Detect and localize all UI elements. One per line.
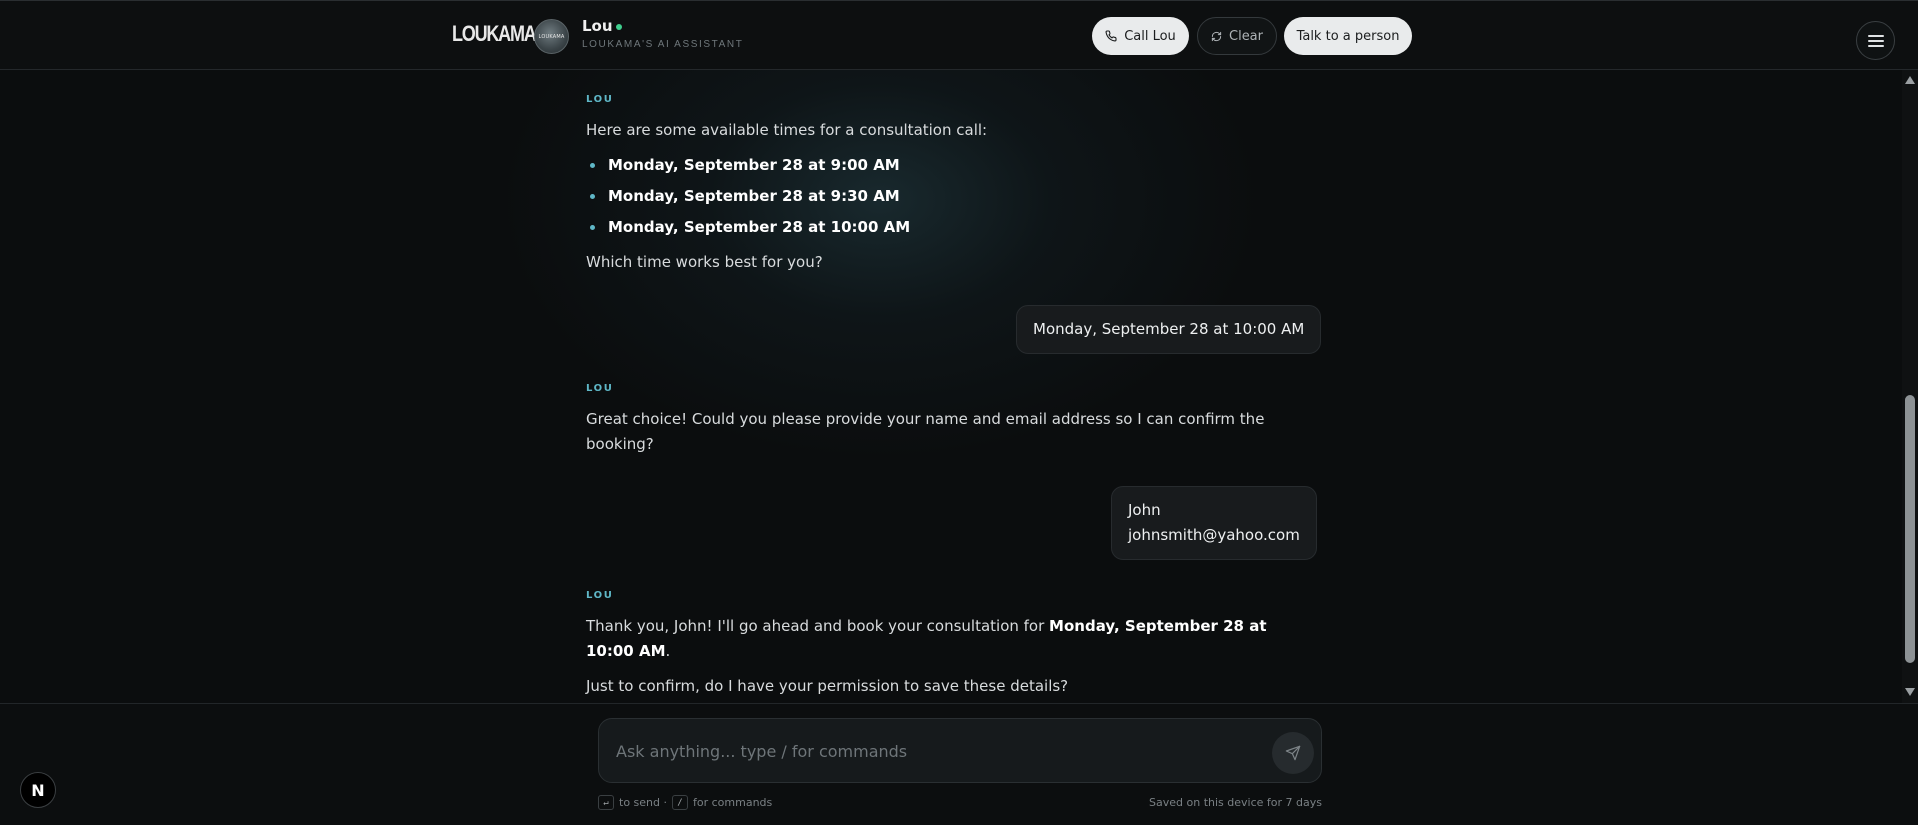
- user-message-bubble: Monday, September 28 at 10:00 AM: [1016, 305, 1322, 354]
- time-option: Monday, September 28 at 9:00 AM: [586, 150, 910, 181]
- time-option: Monday, September 28 at 10:00 AM: [586, 212, 910, 243]
- user-message-bubble: John johnsmith@yahoo.com: [1111, 486, 1317, 560]
- sender-label: LOU: [586, 94, 614, 105]
- message-bold-text: Monday, September 28 at: [1049, 617, 1267, 635]
- chat-scrollbar[interactable]: [1902, 70, 1918, 703]
- send-button[interactable]: [1272, 732, 1314, 774]
- assistant-message-outro: Which time works best for you?: [586, 253, 823, 271]
- composer-area: ↵ to send · / for commands Saved on this…: [0, 703, 1918, 825]
- scroll-up-arrow-icon[interactable]: [1905, 76, 1915, 84]
- message-input[interactable]: [616, 739, 1236, 763]
- scroll-down-arrow-icon[interactable]: [1905, 688, 1915, 696]
- assistant-avatar: LOUKAMA: [534, 19, 569, 54]
- assistant-subtitle: LOUKAMA'S AI ASSISTANT: [582, 39, 744, 50]
- call-lou-button[interactable]: Call Lou: [1092, 17, 1189, 55]
- online-status-dot: [616, 24, 622, 30]
- assistant-message-line: Thank you, John! I'll go ahead and book …: [586, 614, 1267, 639]
- menu-button[interactable]: [1856, 21, 1895, 60]
- loukama-logo[interactable]: LOUKAMA: [452, 21, 537, 47]
- user-message-line: John: [1128, 501, 1161, 519]
- saved-note: Saved on this device for 7 days: [1149, 796, 1322, 809]
- refresh-icon: [1211, 31, 1222, 41]
- keyboard-hint: ↵ to send · / for commands: [598, 795, 772, 810]
- message-text: Thank you, John! I'll go ahead and book …: [586, 617, 1050, 635]
- time-options-list: Monday, September 28 at 9:00 AM Monday, …: [586, 150, 910, 243]
- enter-key-hint: ↵: [598, 795, 614, 810]
- send-icon: [1285, 745, 1301, 761]
- time-option: Monday, September 28 at 9:30 AM: [586, 181, 910, 212]
- message-bold-text: 10:00 AM: [586, 642, 666, 660]
- user-message-text: Monday, September 28 at 10:00 AM: [1033, 320, 1305, 338]
- avatar-text: LOUKAMA: [538, 33, 565, 40]
- sender-label: LOU: [586, 590, 614, 601]
- call-lou-label: Call Lou: [1124, 28, 1176, 44]
- hint-commands-text: for commands: [693, 796, 773, 809]
- message-text: .: [665, 642, 671, 660]
- sender-label: LOU: [586, 383, 614, 394]
- hint-send-text: to send ·: [619, 796, 667, 809]
- slash-key-hint: /: [672, 795, 688, 810]
- talk-to-person-label: Talk to a person: [1296, 28, 1400, 44]
- scrollbar-thumb[interactable]: [1905, 395, 1915, 663]
- clear-label: Clear: [1229, 28, 1263, 44]
- hamburger-icon: [1867, 34, 1884, 47]
- n-badge-icon[interactable]: N: [20, 772, 56, 808]
- assistant-message-line: Great choice! Could you please provide y…: [586, 410, 1265, 428]
- assistant-message-line: 10:00 AM.: [586, 639, 670, 664]
- talk-to-person-button[interactable]: Talk to a person: [1284, 17, 1412, 55]
- assistant-message-line: booking?: [586, 435, 654, 453]
- top-header: LOUKAMA LOUKAMA Lou LOUKAMA'S AI ASSISTA…: [0, 0, 1918, 70]
- badge-letter: N: [31, 780, 45, 800]
- assistant-name: Lou: [582, 17, 613, 35]
- assistant-message-line: Just to confirm, do I have your permissi…: [586, 677, 1069, 695]
- message-composer: [598, 718, 1322, 783]
- phone-icon: [1105, 30, 1117, 42]
- assistant-message-intro: Here are some available times for a cons…: [586, 121, 988, 139]
- clear-button[interactable]: Clear: [1197, 17, 1277, 55]
- user-message-line: johnsmith@yahoo.com: [1128, 526, 1300, 544]
- chat-transcript: LOU Here are some available times for a …: [0, 70, 1902, 703]
